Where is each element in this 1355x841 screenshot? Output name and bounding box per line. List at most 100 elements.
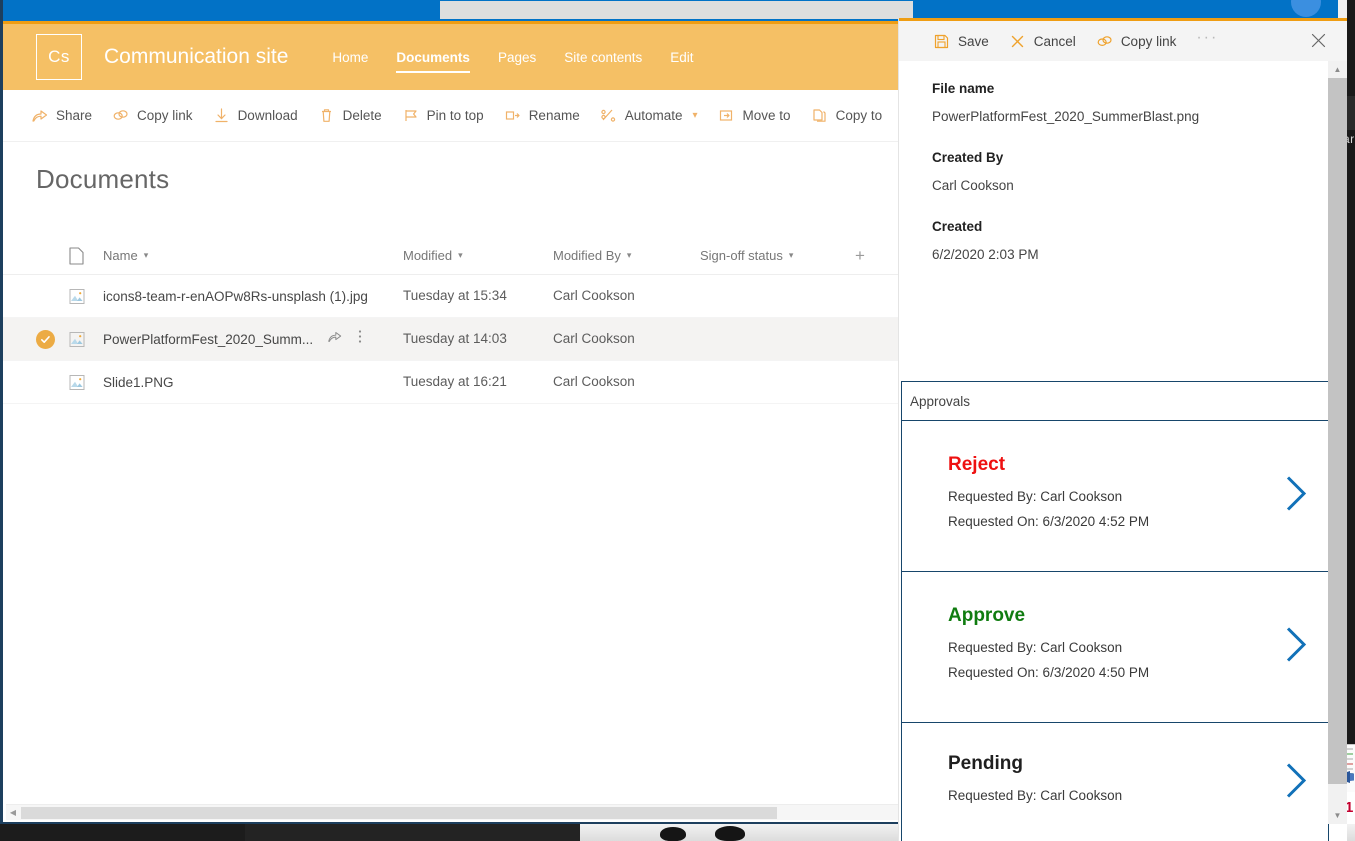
file-name-cell[interactable]: PowerPlatformFest_2020_Summ... [103,329,403,349]
row-checkbox[interactable] [36,329,69,349]
chevron-right-icon[interactable] [1282,760,1310,805]
background-window-left [0,824,245,841]
file-name: PowerPlatformFest_2020_Summ... [103,331,314,347]
approval-requested-on: Requested On: 6/3/2020 4:50 PM [948,664,1150,680]
approval-requested-by: Requested By: Carl Cookson [948,488,1123,504]
approvals-webpart: Approvals Reject Requested By: Carl Cook… [901,381,1329,841]
background-photo-figures [660,826,800,841]
share-label: Share [56,108,93,123]
nav-item-edit[interactable]: Edit [656,45,707,69]
automate-icon [600,107,617,124]
approval-requested-on: Requested On: 6/3/2020 4:52 PM [948,513,1150,529]
plus-icon: + [855,245,865,265]
panel-copy-link-label: Copy link [1120,33,1177,49]
panel-vertical-scrollbar[interactable]: ▲ ▼ [1328,61,1347,824]
image-file-icon [69,331,103,348]
rename-icon [504,107,521,124]
file-name: icons8-team-r-enAOPw8Rs-unsplash (1).jpg [103,288,368,304]
scroll-up-arrow-icon[interactable]: ▲ [1328,61,1347,78]
close-icon [1311,33,1325,47]
pin-to-top-button[interactable]: Pin to top [392,101,494,130]
nav-item-documents[interactable]: Documents [382,45,484,73]
modified-by-column-header[interactable]: Modified By ▾ [553,247,700,265]
avatar[interactable] [1291,0,1321,17]
save-button[interactable]: Save [923,27,999,56]
chevron-down-icon: ▾ [626,249,632,260]
approval-requested-by: Requested By: Carl Cookson [948,787,1123,803]
file-name-cell[interactable]: icons8-team-r-enAOPw8Rs-unsplash (1).jpg [103,289,403,304]
copy-to-button[interactable]: Copy to [801,101,893,130]
close-panel-button[interactable] [1307,29,1329,51]
modified-by-value: Carl Cookson [553,288,635,303]
nav-item-pages[interactable]: Pages [484,45,550,69]
file-type-column-header[interactable] [69,246,103,265]
panel-body: File name PowerPlatformFest_2020_SummerB… [899,61,1329,841]
horizontal-scrollbar-thumb[interactable] [21,806,777,819]
automate-button[interactable]: Automate ▾ [590,101,708,130]
row-share-icon[interactable] [327,329,342,349]
chevron-right-icon[interactable] [1282,474,1310,519]
file-name-cell[interactable]: Slide1.PNG [103,375,403,390]
sign-off-status-column-label: Sign-off status [700,247,783,263]
modified-by-value: Carl Cookson [553,331,635,346]
pin-icon [402,107,419,124]
delete-button[interactable]: Delete [308,101,392,130]
panel-scrollbar-track[interactable] [1328,78,1347,807]
move-to-label: Move to [742,108,791,123]
approval-status: Pending [948,752,1023,774]
move-to-button[interactable]: Move to [708,101,801,130]
delete-label: Delete [342,108,382,123]
file-name-label: File name [932,81,995,96]
panel-scrollbar-thumb[interactable] [1328,78,1347,784]
chevron-down-icon: ▾ [143,250,149,260]
add-column-button[interactable]: + [855,246,895,266]
row-more-actions-icon[interactable] [358,329,362,349]
cancel-label: Cancel [1033,33,1076,49]
site-logo[interactable]: Cs [36,34,82,80]
approval-card[interactable]: Pending Requested By: Carl Cookson [901,723,1329,841]
approvals-title-label: Approvals [910,393,971,409]
name-column-label: Name [103,248,138,263]
cancel-icon [1009,33,1026,50]
link-icon [1096,33,1113,50]
modified-by-value: Carl Cookson [553,374,635,389]
search-input[interactable] [440,1,913,19]
modified-value: Tuesday at 14:03 [403,331,507,346]
copy-link-button[interactable]: Copy link [102,101,203,130]
save-icon [933,33,950,50]
cancel-button[interactable]: Cancel [999,27,1086,56]
scroll-down-arrow-icon[interactable]: ▼ [1328,807,1347,824]
modified-by-column-label: Modified By [553,247,621,263]
panel-command-bar: Save Cancel Copy link ··· [899,21,1347,61]
modified-column-header[interactable]: Modified ▾ [403,247,553,265]
file-name-value[interactable]: PowerPlatformFest_2020_SummerBlast.png [932,109,1329,124]
panel-copy-link-button[interactable]: Copy link [1086,27,1187,56]
file-properties: File name PowerPlatformFest_2020_SummerB… [899,61,1329,262]
download-icon [213,107,230,124]
chevron-down-icon: ▾ [692,110,698,121]
modified-value: Tuesday at 16:21 [403,374,507,389]
chevron-down-icon: ▾ [788,249,794,260]
created-label: Created [932,219,983,234]
name-column-header[interactable]: Name ▾ [103,248,403,263]
save-label: Save [958,33,989,49]
chevron-right-icon[interactable] [1282,625,1310,670]
link-icon [112,107,129,124]
approval-card[interactable]: Approve Requested By: Carl Cookson Reque… [901,572,1329,723]
approval-status: Approve [948,604,1026,626]
rename-button[interactable]: Rename [494,101,590,130]
sign-off-status-column-header[interactable]: Sign-off status ▾ [700,247,855,265]
pin-to-top-label: Pin to top [426,108,484,123]
nav-item-site-contents[interactable]: Site contents [550,45,656,69]
share-button[interactable]: Share [21,101,102,130]
site-title: Communication site [104,45,289,68]
created-value: 6/2/2020 2:03 PM [932,247,1039,262]
nav-item-home[interactable]: Home [318,45,382,69]
panel-overflow-button[interactable]: ··· [1186,29,1228,53]
copy-to-label: Copy to [835,108,883,123]
approval-card[interactable]: Reject Requested By: Carl Cookson Reques… [901,421,1329,572]
approval-requested-by: Requested By: Carl Cookson [948,639,1123,655]
download-button[interactable]: Download [203,101,308,130]
scroll-left-arrow-icon[interactable]: ◀ [6,808,20,817]
site-navigation: Home Documents Pages Site contents Edit [318,45,707,73]
